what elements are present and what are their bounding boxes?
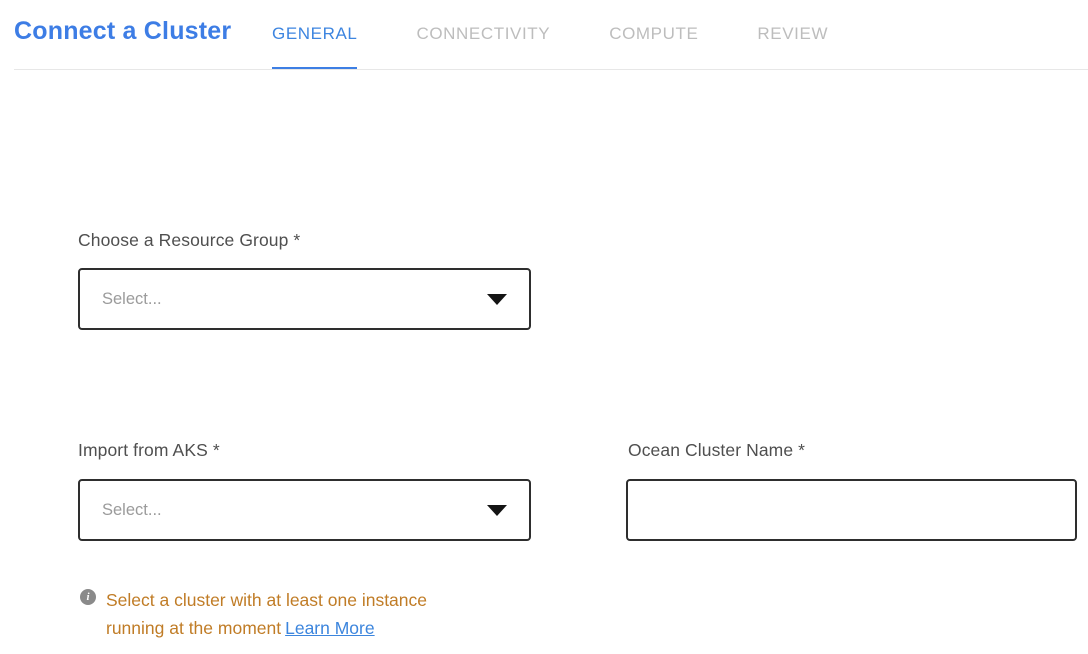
connect-cluster-wizard: Connect a Cluster GENERAL CONNECTIVITY C… xyxy=(0,0,1088,654)
resource-group-select[interactable]: Select... xyxy=(78,268,531,330)
tab-compute-label: COMPUTE xyxy=(609,24,698,44)
page-title: Connect a Cluster xyxy=(14,17,231,46)
tab-connectivity-label: CONNECTIVITY xyxy=(416,24,550,44)
note-text: Select a cluster with at least one insta… xyxy=(106,590,427,638)
import-aks-placeholder: Select... xyxy=(102,501,162,520)
tab-compute[interactable]: COMPUTE xyxy=(609,0,698,70)
learn-more-link[interactable]: Learn More xyxy=(285,618,375,638)
cluster-name-label: Ocean Cluster Name * xyxy=(628,440,805,461)
resource-group-placeholder: Select... xyxy=(102,290,162,309)
import-aks-select[interactable]: Select... xyxy=(78,479,531,541)
tab-general[interactable]: GENERAL xyxy=(272,0,357,70)
wizard-header: Connect a Cluster GENERAL CONNECTIVITY C… xyxy=(0,0,1088,70)
tab-connectivity[interactable]: CONNECTIVITY xyxy=(416,0,550,70)
header-divider xyxy=(14,69,1088,70)
tab-general-label: GENERAL xyxy=(272,24,357,44)
tab-review[interactable]: REVIEW xyxy=(757,0,828,70)
cluster-name-input[interactable] xyxy=(626,479,1077,541)
tab-review-label: REVIEW xyxy=(757,24,828,44)
info-icon: i xyxy=(80,589,96,605)
wizard-step-tabs: GENERAL CONNECTIVITY COMPUTE REVIEW xyxy=(272,0,887,70)
import-aks-label: Import from AKS * xyxy=(78,440,220,461)
chevron-down-icon xyxy=(487,294,507,305)
note-body: Select a cluster with at least one insta… xyxy=(106,586,478,642)
resource-group-label: Choose a Resource Group * xyxy=(78,230,300,251)
cluster-instance-note: i Select a cluster with at least one ins… xyxy=(80,586,478,642)
chevron-down-icon xyxy=(487,505,507,516)
